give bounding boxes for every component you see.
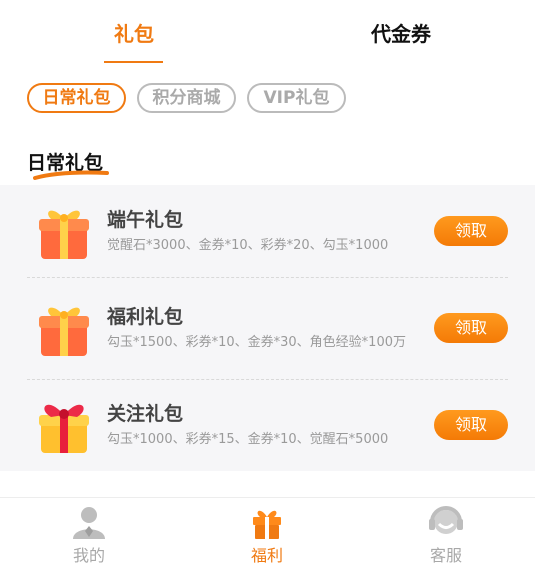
gift-pack-title: 福利礼包 <box>107 306 184 328</box>
gift-pack-row: 端午礼包 觉醒石*3000、金券*10、彩券*20、勾玉*1000 领取 <box>0 185 535 281</box>
row-divider <box>27 277 508 278</box>
nav-item-welfare[interactable]: 福利 <box>207 498 327 571</box>
gift-pack-contents: 勾玉*1000、彩券*15、金券*10、觉醒石*5000 <box>107 432 389 447</box>
nav-item-service[interactable]: 客服 <box>386 498 506 571</box>
top-tabs: 礼包 代金券 <box>0 0 535 64</box>
headset-icon <box>429 506 463 534</box>
gift-box-orange-icon <box>39 307 89 356</box>
gift-icon <box>253 510 281 539</box>
gift-box-orange-icon <box>39 210 89 259</box>
claim-button[interactable]: 领取 <box>434 313 508 343</box>
gift-pack-title: 端午礼包 <box>107 209 184 231</box>
filter-chips: 日常礼包 积分商城 VIP礼包 <box>0 83 535 115</box>
claim-button[interactable]: 领取 <box>434 410 508 440</box>
tab-gift-packs[interactable]: 礼包 <box>94 18 174 47</box>
user-icon <box>73 507 105 539</box>
gift-pack-row: 关注礼包 勾玉*1000、彩券*15、金券*10、觉醒石*5000 领取 <box>0 379 535 475</box>
gift-pack-contents: 勾玉*1500、彩券*10、金券*30、角色经验*100万 <box>107 335 406 350</box>
gift-pack-list: 端午礼包 觉醒石*3000、金券*10、彩券*20、勾玉*1000 领取 福利礼… <box>0 185 535 471</box>
gift-box-red-yellow-icon <box>39 404 89 453</box>
nav-label-welfare: 福利 <box>250 546 283 565</box>
active-tab-underline <box>104 61 163 63</box>
gift-pack-title: 关注礼包 <box>107 403 184 425</box>
title-underline-swoosh <box>33 170 109 180</box>
nav-label-service: 客服 <box>429 546 462 565</box>
nav-label-me: 我的 <box>72 546 105 565</box>
nav-item-me[interactable]: 我的 <box>29 498 149 571</box>
chip-points-mall[interactable]: 积分商城 <box>137 83 236 113</box>
gift-pack-row: 福利礼包 勾玉*1500、彩券*10、金券*30、角色经验*100万 领取 <box>0 282 535 378</box>
tab-vouchers[interactable]: 代金券 <box>351 18 451 47</box>
chip-daily-packs[interactable]: 日常礼包 <box>27 83 126 113</box>
claim-button[interactable]: 领取 <box>434 216 508 246</box>
chip-vip-packs[interactable]: VIP礼包 <box>247 83 346 113</box>
gift-pack-contents: 觉醒石*3000、金券*10、彩券*20、勾玉*1000 <box>107 238 389 253</box>
bottom-nav: 我的 福利 客服 <box>0 497 535 571</box>
